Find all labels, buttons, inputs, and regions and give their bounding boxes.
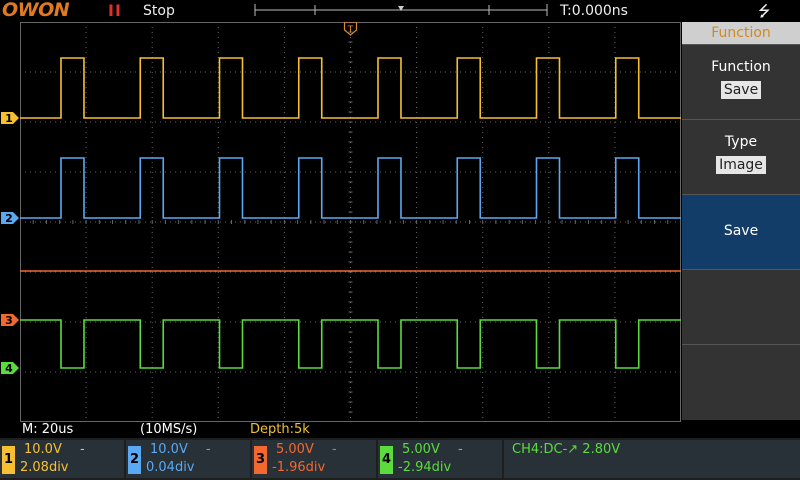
channel-status-bar: 1 10.0V - 2.08div 2 10.0V - 0.04div 3 5.…: [0, 438, 800, 480]
channel-3-box[interactable]: 3 5.00V - -1.96div: [252, 440, 376, 478]
menu-item-empty-4[interactable]: [682, 269, 800, 344]
trigger-settings: CH4:DC-↗ 2.80V: [512, 442, 621, 457]
channel-coupling: -: [458, 442, 463, 457]
acquisition-status: M: 20us (10MS/s) Depth:5k: [0, 422, 682, 438]
channel-marker-column: 1 2 3 4: [1, 112, 19, 375]
menu-item-empty-5[interactable]: [682, 344, 800, 420]
menu-item-function[interactable]: Function Save: [682, 44, 800, 119]
memory-depth: Depth:5k: [250, 422, 310, 437]
menu-item-label: Function: [711, 59, 771, 75]
menu-item-label: Type: [724, 134, 758, 150]
channel-marker-label: 2: [5, 212, 13, 225]
channel-volts: 10.0V: [24, 442, 62, 457]
channel-marker-label: 4: [5, 362, 13, 375]
channel-number: 3: [254, 446, 267, 474]
waveform-canvas: T: [19, 21, 681, 423]
channel-4-box[interactable]: 4 5.00V - -2.94div: [378, 440, 502, 478]
menu-item-label: Save: [723, 223, 759, 239]
channel-offset: 0.04div: [146, 460, 195, 475]
channel-coupling: -: [206, 442, 211, 457]
pause-icon[interactable]: II: [108, 1, 122, 21]
channel-number: 2: [128, 446, 141, 474]
menu-title: Function: [682, 22, 800, 44]
sample-rate: (10MS/s): [140, 422, 198, 437]
channel-marker-label: 3: [5, 314, 13, 327]
memory-position-bar[interactable]: [253, 3, 549, 17]
channel-offset: 2.08div: [20, 460, 69, 475]
channel-volts: 5.00V: [276, 442, 314, 457]
channel-coupling: -: [80, 442, 85, 457]
channel-offset: -1.96div: [272, 460, 326, 475]
trigger-marker-label: T: [347, 25, 354, 35]
channel-number: 4: [380, 446, 393, 474]
time-offset: T:0.000ns: [560, 3, 628, 19]
usb-icon: ⭍: [758, 2, 771, 20]
channel-2-box[interactable]: 2 10.0V - 0.04div: [126, 440, 250, 478]
menu-item-save[interactable]: Save: [682, 194, 800, 269]
menu-item-value: Image: [716, 156, 766, 174]
channel-coupling: -: [332, 442, 337, 457]
timebase[interactable]: M: 20us: [22, 422, 73, 438]
channel-volts: 10.0V: [150, 442, 188, 457]
waveform-display[interactable]: T: [19, 21, 681, 423]
function-menu: Function Function Save Type Image Save: [682, 22, 800, 420]
channel-volts: 5.00V: [402, 442, 440, 457]
menu-item-type[interactable]: Type Image: [682, 119, 800, 194]
run-state-label: Stop: [143, 3, 175, 19]
menu-item-value: Save: [720, 81, 762, 99]
top-status-bar: OWON II Stop T:0.000ns ⭍: [0, 0, 800, 22]
trigger-status-box[interactable]: CH4:DC-↗ 2.80V: [504, 440, 800, 478]
brand-logo: OWON: [2, 0, 70, 21]
channel-marker-label: 1: [5, 112, 13, 125]
channel-1-box[interactable]: 1 10.0V - 2.08div: [0, 440, 124, 478]
channel-number: 1: [2, 446, 15, 474]
channel-offset: -2.94div: [398, 460, 452, 475]
